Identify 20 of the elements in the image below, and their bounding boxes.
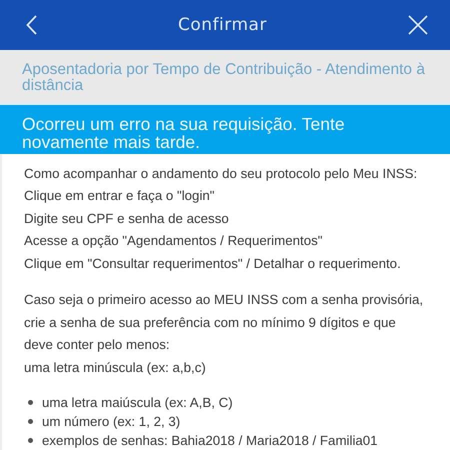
bullet-text: uma letra maiúscula (ex: A,B, C) [42, 394, 233, 412]
instruction-text: Clique em "Consultar requerimentos" / Detalhar o requerimento. [24, 254, 402, 273]
bullet-text: um número (ex: 1, 2, 3) [42, 413, 180, 431]
header-title: Confirmar [178, 15, 267, 36]
bullet-icon [28, 400, 33, 405]
close-button[interactable] [408, 15, 428, 36]
back-button[interactable] [26, 15, 37, 36]
bullet-text: exemplos de senhas: Bahia2018 / Maria2018 / Familia01 [42, 432, 378, 450]
error-message: Ocorreu um erro na sua requisição. Tente novamente mais tarde. [22, 114, 346, 151]
instruction-text: Digite seu CPF e senha de acesso [24, 210, 230, 228]
instruction-text: Como acompanhar o andamento do seu protocolo pelo Meu INSS: [24, 164, 418, 183]
instruction-text: Clique em entrar e faça o "login" [24, 187, 216, 205]
service-title: Aposentadoria por Tempo de Contribuição - Atendimento à distância [22, 62, 426, 94]
back-icon [26, 15, 37, 36]
close-icon [408, 15, 428, 36]
bullet-icon [28, 419, 33, 424]
password-info-text: Caso seja o primeiro acesso ao MEU INSS com a senha provisória, crie a senha de sua preferência com no mínimo 9 dígitos e que deve conter pelo menos: [24, 291, 424, 354]
bullet-icon [28, 438, 33, 443]
password-info-text: uma letra minúscula (ex: a,b,c) [24, 358, 207, 377]
instruction-text: Acesse a opção "Agendamentos / Requerimentos" [24, 232, 324, 250]
